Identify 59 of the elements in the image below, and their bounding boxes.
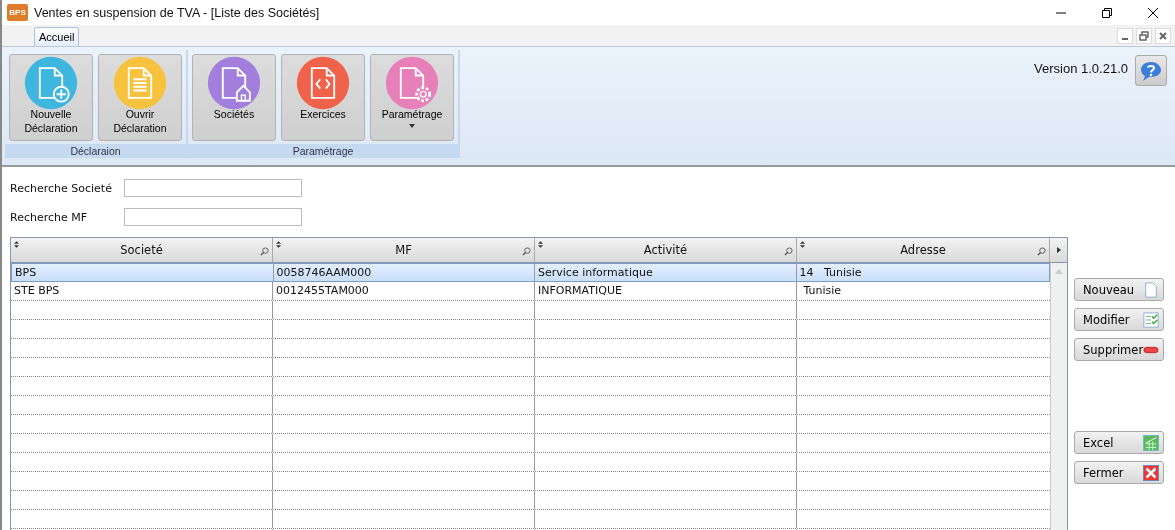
ribbon-button[interactable]: Exercices <box>281 54 365 141</box>
group-label: Paramétrage <box>188 144 458 158</box>
search-icon[interactable] <box>784 247 793 256</box>
document-icon <box>295 55 351 111</box>
sort-icon[interactable] <box>800 241 805 248</box>
table-cell: BPS <box>12 264 274 281</box>
sort-icon[interactable] <box>14 241 19 248</box>
scroll-right-icon[interactable] <box>1056 247 1061 253</box>
action-button[interactable]: Nouveau <box>1074 278 1164 301</box>
minimize-icon[interactable] <box>1117 27 1133 44</box>
search-label: Recherche MF <box>10 210 89 224</box>
search-field[interactable] <box>124 179 302 197</box>
close-icon <box>1143 464 1159 481</box>
document-icon <box>206 55 262 111</box>
ribbon-button[interactable]: Sociétés <box>192 54 276 141</box>
action-button[interactable]: Supprimer <box>1074 338 1164 361</box>
table-cell: Service informatique <box>535 264 797 281</box>
window-title: Ventes en suspension de TVA - [Liste des Sociétés] <box>34 5 320 20</box>
sort-icon[interactable] <box>276 241 281 248</box>
ribbon-button[interactable]: Ouvrir Déclaration <box>98 54 182 141</box>
document-icon <box>112 55 168 111</box>
search-icon[interactable] <box>1037 247 1046 256</box>
document-icon <box>1143 281 1159 298</box>
sort-icon[interactable] <box>538 241 543 248</box>
help-button[interactable] <box>1135 55 1167 86</box>
table-cell: 0012455TAM000 <box>273 282 535 300</box>
checklist-icon <box>1143 311 1159 328</box>
search-field[interactable] <box>124 208 302 226</box>
table-cell-text: 14 Tunisie <box>798 265 863 281</box>
table-row[interactable]: BPS 0058746AAM000 Service informatique 14 Tunisie <box>11 263 1050 282</box>
search-icon[interactable] <box>522 247 531 256</box>
group-label: Déclaraion <box>5 144 186 158</box>
document-icon <box>384 55 440 111</box>
spreadsheet-icon <box>1143 434 1159 451</box>
app-logo: BPS <box>7 4 28 21</box>
version-label: Version 1.0.21.0 <box>1034 61 1128 76</box>
minus-icon <box>1143 345 1159 354</box>
ribbon-button[interactable]: Nouvelle Déclaration <box>9 54 93 141</box>
column-header[interactable]: Societé <box>11 238 273 262</box>
table-cell: 0058746AAM000 <box>273 264 535 281</box>
vertical-scrollbar[interactable] <box>1050 263 1067 530</box>
ribbon-tab[interactable]: Accueil <box>34 27 80 46</box>
table-row[interactable]: STE BPS 0012455TAM000 INFORMATIQUE Tunisie <box>11 282 1050 301</box>
action-button[interactable]: Fermer <box>1074 461 1164 484</box>
action-button[interactable]: Modifier <box>1074 308 1164 331</box>
table-cell-text: Tunisie <box>802 283 843 299</box>
column-header[interactable]: Activité <box>535 238 797 262</box>
column-header[interactable]: Adresse <box>797 238 1050 262</box>
column-header[interactable]: MF <box>273 238 535 262</box>
search-label: Recherche Societé <box>10 181 113 195</box>
restore-icon[interactable] <box>1101 6 1113 19</box>
search-icon[interactable] <box>260 247 269 256</box>
table-cell: INFORMATIQUE <box>535 282 797 300</box>
document-icon <box>23 55 79 111</box>
help-bubble-icon <box>1139 59 1163 82</box>
table-cell: STE BPS <box>11 282 273 300</box>
action-button[interactable]: Excel <box>1074 431 1164 454</box>
close-icon[interactable] <box>1147 6 1159 19</box>
ribbon-button[interactable]: Paramétrage <box>370 54 454 141</box>
